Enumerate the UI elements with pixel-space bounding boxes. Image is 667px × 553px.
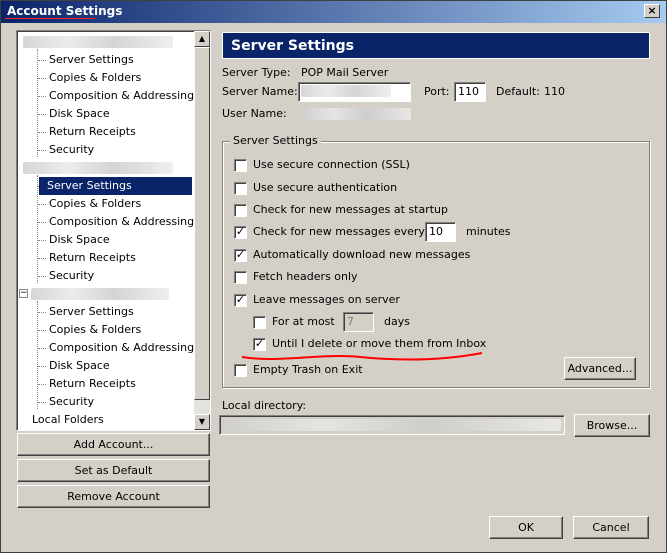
ok-button[interactable]: OK (489, 516, 563, 539)
tree-item-security[interactable]: Security (47, 141, 96, 159)
empty-trash-checkbox[interactable] (234, 364, 247, 377)
cancel-button[interactable]: Cancel (573, 516, 649, 539)
fetch-headers-label: Fetch headers only (253, 270, 358, 283)
days-label: days (384, 315, 410, 328)
secure-auth-checkbox[interactable] (234, 182, 247, 195)
page-title: Server Settings (222, 32, 650, 59)
tree-item-return-receipts[interactable]: Return Receipts (47, 249, 138, 267)
tree-item-server-settings[interactable]: Server Settings (47, 51, 136, 69)
scroll-up-icon[interactable]: ▲ (194, 31, 210, 47)
fetch-headers-checkbox[interactable] (234, 271, 247, 284)
tree-item-local-folders[interactable]: Local Folders (32, 411, 104, 429)
tree-item-composition[interactable]: Composition & Addressing (47, 339, 196, 357)
check-every-minutes-field[interactable]: 10 (425, 222, 456, 242)
account-name-blurred (23, 36, 173, 48)
for-at-most-label: For at most (272, 315, 335, 328)
tree-item-copies-folders[interactable]: Copies & Folders (47, 69, 143, 87)
tree-item-server-settings-selected[interactable]: Server Settings (39, 177, 192, 195)
server-type-label: Server Type: (222, 66, 291, 79)
for-at-most-days-field[interactable]: 7 (343, 312, 374, 332)
set-default-button[interactable]: Set as Default (17, 459, 210, 482)
account-tree[interactable]: Server Settings Copies & Folders Composi… (16, 30, 211, 431)
tree-item-disk-space[interactable]: Disk Space (47, 105, 112, 123)
account-settings-window: Account Settings × Server Settings Copie… (0, 0, 667, 553)
server-name-label: Server Name: (222, 85, 298, 98)
server-name-blurred (301, 85, 391, 97)
server-type-value: POP Mail Server (301, 66, 389, 79)
leave-on-server-checkbox[interactable]: ✓ (234, 294, 247, 307)
tree-item-copies-folders[interactable]: Copies & Folders (47, 195, 143, 213)
tree-item-security[interactable]: Security (47, 267, 96, 285)
title-bar: Account Settings × (1, 1, 666, 23)
port-field[interactable]: 110 (454, 82, 486, 102)
check-startup-label: Check for new messages at startup (253, 203, 448, 216)
port-label: Port: (424, 85, 450, 98)
ssl-checkbox[interactable] (234, 159, 247, 172)
auto-download-label: Automatically download new messages (253, 248, 471, 261)
advanced-button[interactable]: Advanced... (564, 357, 636, 380)
local-directory-blurred (223, 419, 561, 431)
user-name-blurred (301, 108, 411, 120)
check-startup-checkbox[interactable] (234, 204, 247, 217)
auto-download-checkbox[interactable]: ✓ (234, 249, 247, 262)
add-account-button[interactable]: Add Account... (17, 433, 210, 456)
tree-item-disk-space[interactable]: Disk Space (47, 357, 112, 375)
tree-item-security[interactable]: Security (47, 393, 96, 411)
close-button[interactable]: × (644, 4, 660, 18)
ssl-label: Use secure connection (SSL) (253, 158, 410, 171)
secure-auth-label: Use secure authentication (253, 181, 398, 194)
scroll-down-icon[interactable]: ▼ (194, 414, 210, 430)
title-annotation-underline (5, 18, 95, 19)
local-directory-label: Local directory: (222, 399, 307, 412)
empty-trash-label: Empty Trash on Exit (253, 363, 363, 376)
tree-item-copies-folders[interactable]: Copies & Folders (47, 321, 143, 339)
collapse-expander-icon[interactable]: − (19, 289, 28, 298)
minutes-label: minutes (466, 225, 511, 238)
tree-item-server-settings[interactable]: Server Settings (47, 303, 136, 321)
tree-item-disk-space[interactable]: Disk Space (47, 231, 112, 249)
account-name-blurred (31, 288, 169, 300)
default-port-label: Default: (496, 85, 540, 98)
scroll-thumb[interactable] (194, 47, 210, 400)
server-settings-group-title: Server Settings (230, 134, 321, 147)
check-every-checkbox[interactable]: ✓ (234, 226, 247, 239)
for-at-most-checkbox[interactable] (253, 316, 266, 329)
tree-item-composition[interactable]: Composition & Addressing (47, 213, 196, 231)
tree-item-composition[interactable]: Composition & Addressing (47, 87, 196, 105)
annotation-stroke (241, 352, 483, 361)
leave-on-server-label: Leave messages on server (253, 293, 400, 306)
tree-item-return-receipts[interactable]: Return Receipts (47, 375, 138, 393)
window-title: Account Settings (7, 4, 123, 18)
tree-item-return-receipts[interactable]: Return Receipts (47, 123, 138, 141)
check-every-label: Check for new messages every (253, 225, 425, 238)
tree-scrollbar[interactable]: ▲ ▼ (194, 31, 210, 430)
default-port-value: 110 (544, 85, 565, 98)
user-name-label: User Name: (222, 107, 287, 120)
browse-button[interactable]: Browse... (574, 414, 650, 437)
account-name-blurred (23, 162, 173, 174)
remove-account-button[interactable]: Remove Account (17, 485, 210, 508)
